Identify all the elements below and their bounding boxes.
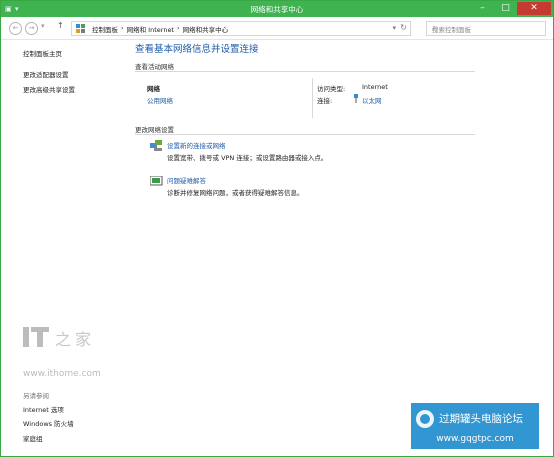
sidebar-link-internet-options[interactable]: Internet 选项 <box>23 404 64 414</box>
task-troubleshoot-link[interactable]: 问题疑难解答 <box>167 175 206 185</box>
back-button[interactable]: ← <box>9 22 22 35</box>
forum-url: www.gqgtpc.com <box>436 434 514 444</box>
crumb-network-internet[interactable]: 网络和 Internet <box>127 24 174 34</box>
crumb-separator: › <box>121 24 124 32</box>
new-connection-icon <box>150 140 162 151</box>
forward-button[interactable]: → <box>25 22 38 35</box>
search-input[interactable]: 搜索控制面板 ⌕ <box>426 21 546 36</box>
address-bar: ← → ▾ ↑ 控制面板 › 网络和 Internet › 网络和共享中心 ▾ … <box>1 17 553 40</box>
search-icon[interactable]: ⌕ <box>432 23 541 33</box>
network-type-link[interactable]: 公用网络 <box>147 95 173 105</box>
task-new-connection-desc: 设置宽带、拨号或 VPN 连接；或设置路由器或接入点。 <box>167 154 328 162</box>
connection-label: 连接: <box>317 97 333 105</box>
active-networks-heading: 查看活动网络 <box>135 63 174 71</box>
up-button[interactable]: ↑ <box>57 21 64 30</box>
refresh-icon[interactable]: ↻ <box>400 23 407 32</box>
crumb-control-panel[interactable]: 控制面板 <box>92 24 118 34</box>
crumb-network-sharing-center[interactable]: 网络和共享中心 <box>183 24 229 34</box>
connection-ethernet-link[interactable]: 以太网 <box>362 95 382 105</box>
see-also-heading: 另请参阅 <box>23 392 49 400</box>
access-type-value: Internet <box>362 83 388 91</box>
divider <box>135 71 475 72</box>
sidebar-link-advanced-sharing[interactable]: 更改高级共享设置 <box>23 84 75 94</box>
minimize-button[interactable]: – <box>471 2 494 15</box>
breadcrumb[interactable]: 控制面板 › 网络和 Internet › 网络和共享中心 ▾ ↻ <box>71 21 411 36</box>
crumb-separator: › <box>177 24 180 32</box>
recent-dropdown-icon[interactable]: ▾ <box>41 22 45 30</box>
window-controls: – □ ✕ <box>471 2 551 15</box>
svg-text:之: 之 <box>55 330 71 349</box>
maximize-button[interactable]: □ <box>494 2 517 15</box>
main-content: 查看基本网络信息并设置连接 查看活动网络 网络 公用网络 访问类型: Inter… <box>121 40 541 340</box>
forum-name: 过期罐头电脑论坛 <box>439 413 523 425</box>
change-settings-heading: 更改网络设置 <box>135 126 174 134</box>
troubleshoot-icon <box>150 176 163 186</box>
sidebar-link-change-adapter[interactable]: 更改适配器设置 <box>23 69 69 79</box>
ithome-logo: 之 家 <box>23 327 91 349</box>
window-frame: ▣ ▾ 网络和共享中心 – □ ✕ ← → ▾ ↑ 控制面板 › 网络和 Int… <box>0 0 554 457</box>
sidebar-link-homegroup[interactable]: 家庭组 <box>23 433 43 443</box>
close-button[interactable]: ✕ <box>517 2 551 15</box>
sidebar: 控制面板主页 更改适配器设置 更改高级共享设置 另请参阅 Internet 选项… <box>1 40 121 456</box>
control-panel-icon <box>76 24 85 33</box>
forum-watermark: 过期罐头电脑论坛 www.gqgtpc.com <box>411 403 539 449</box>
page-title: 查看基本网络信息并设置连接 <box>135 44 259 55</box>
divider <box>135 134 475 135</box>
access-type-label: 访问类型: <box>317 85 346 93</box>
ethernet-icon <box>354 94 358 103</box>
address-dropdown-icon[interactable]: ▾ <box>392 24 396 32</box>
vertical-divider <box>312 78 313 118</box>
network-name: 网络 <box>147 85 160 93</box>
ithome-url: www.ithome.com <box>23 369 101 379</box>
task-troubleshoot-desc: 诊断并修复网络问题，或者获得疑难解答信息。 <box>167 189 304 197</box>
sidebar-link-control-panel-home[interactable]: 控制面板主页 <box>23 48 62 58</box>
svg-text:家: 家 <box>75 330 91 349</box>
sidebar-link-windows-firewall[interactable]: Windows 防火墙 <box>23 418 74 428</box>
ithome-watermark: 之 家 www.ithome.com <box>23 323 103 379</box>
title-bar: ▣ ▾ 网络和共享中心 – □ ✕ <box>1 1 553 17</box>
forum-logo-icon <box>416 410 434 428</box>
task-new-connection-link[interactable]: 设置新的连接或网络 <box>167 140 226 150</box>
